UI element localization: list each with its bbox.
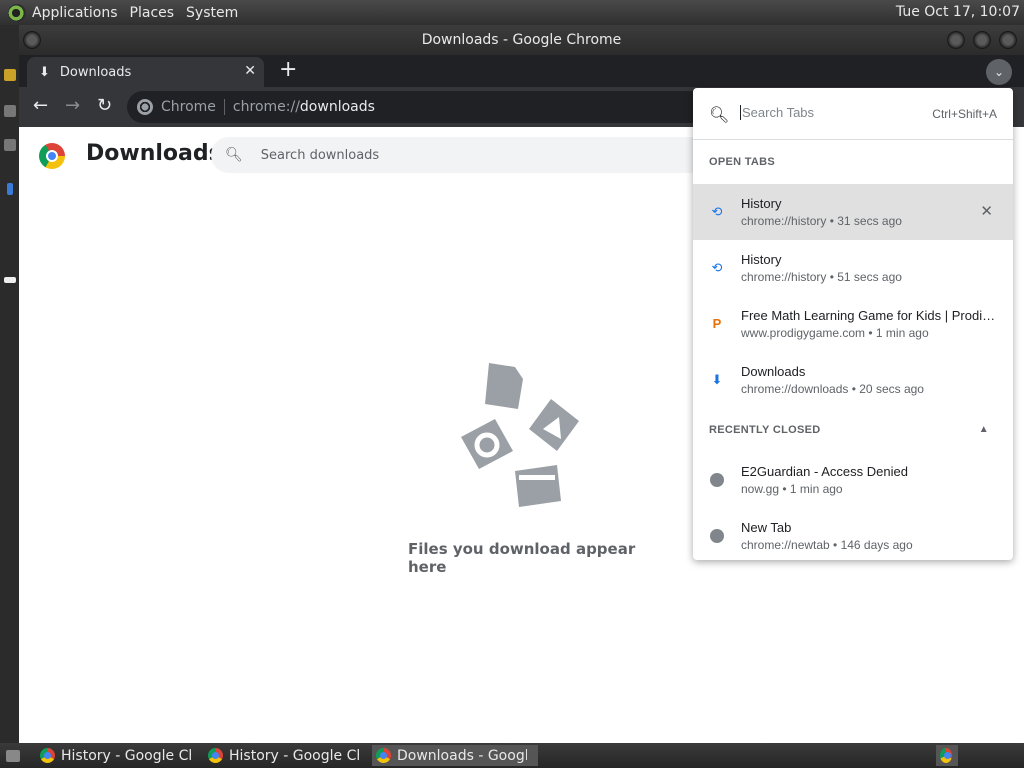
downloads-search-placeholder: Search downloads <box>260 147 380 163</box>
taskbar-item-history-1[interactable]: History - Google Ch... <box>36 745 191 766</box>
new-tab-button[interactable]: + <box>279 59 297 81</box>
search-icon: 🔍︎ <box>709 107 730 124</box>
desktop-icon <box>6 749 20 762</box>
recently-closed-label: RECENTLY CLOSED <box>709 424 821 436</box>
show-desktop-button[interactable] <box>2 745 22 766</box>
downloads-search-input[interactable]: 🔍︎ Search downloads <box>211 137 731 173</box>
top-panel: Applications Places System Tue Oct 17, 1… <box>0 0 1024 25</box>
reload-button[interactable]: ↻ <box>97 95 112 116</box>
chrome-icon <box>376 748 391 763</box>
open-tab-item[interactable]: ⟲ History chrome://history • 51 secs ago <box>693 240 1013 296</box>
history-icon: ⟲ <box>711 204 723 219</box>
tab-item-title: History <box>741 196 782 211</box>
open-tab-item[interactable]: ⬇ Downloads chrome://downloads • 20 secs… <box>693 352 1013 408</box>
document-icon <box>485 363 523 409</box>
open-tabs-heading: OPEN TABS <box>709 156 776 168</box>
window-menu-button[interactable] <box>23 31 41 49</box>
maximize-button[interactable] <box>973 31 991 49</box>
tab-search-popup: 🔍︎ Ctrl+Shift+A OPEN TABS ⟲ History chro… <box>693 88 1013 560</box>
desktop-pin-icon[interactable] <box>7 183 13 195</box>
window-title: Downloads - Google Chrome <box>421 32 622 48</box>
open-tab-item[interactable]: ⟲ History chrome://history • 31 secs ago… <box>693 184 1013 240</box>
chrome-icon <box>940 748 952 763</box>
close-tab-icon[interactable]: ✕ <box>244 63 256 79</box>
globe-icon <box>709 528 725 544</box>
resize-cursor-icon <box>4 277 16 283</box>
tab-search-input[interactable] <box>740 105 920 120</box>
taskbar: History - Google Ch... History - Google … <box>0 743 1024 768</box>
tab-item-title: New Tab <box>741 520 792 535</box>
tab-item-title: History <box>741 252 782 267</box>
tab-search-bar: 🔍︎ Ctrl+Shift+A <box>693 88 1013 140</box>
chrome-site-icon[interactable] <box>137 99 153 115</box>
tab-item-title: Free Math Learning Game for Kids | Prodi… <box>741 308 999 323</box>
desktop-launcher-icon[interactable] <box>4 69 16 81</box>
empty-downloads-illustration <box>461 363 579 507</box>
globe-icon <box>709 472 725 488</box>
tab-search-button[interactable]: ⌄ <box>986 59 1012 85</box>
tab-item-subtitle: now.gg • 1 min ago <box>741 482 843 496</box>
chrome-icon <box>208 748 223 763</box>
tab-item-subtitle: chrome://history • 31 secs ago <box>741 214 902 228</box>
close-window-button[interactable] <box>999 31 1017 49</box>
distro-logo-icon[interactable] <box>8 3 26 22</box>
download-icon: ⬇ <box>711 372 723 387</box>
tab-strip: ⬇ Downloads ✕ + ⌄ <box>19 55 1024 87</box>
tab-item-subtitle: www.prodigygame.com • 1 min ago <box>741 326 929 340</box>
desktop-drive-icon[interactable] <box>4 105 16 117</box>
minimize-button[interactable] <box>947 31 965 49</box>
desktop-folder-icon[interactable] <box>4 139 16 151</box>
tab-downloads[interactable]: ⬇ Downloads ✕ <box>27 57 264 87</box>
recently-closed-heading[interactable]: RECENTLY CLOSED ▲ <box>693 408 1013 452</box>
audio-icon <box>461 419 513 469</box>
window-title-bar[interactable]: Downloads - Google Chrome <box>19 25 1024 55</box>
page-title: Downloads <box>86 141 222 166</box>
chrome-icon <box>40 748 55 763</box>
chrome-logo-icon <box>39 143 65 169</box>
back-button[interactable]: ← <box>33 95 48 116</box>
desktop-left-strip <box>0 25 19 743</box>
tab-item-subtitle: chrome://newtab • 146 days ago <box>741 538 913 552</box>
panel-clock[interactable]: Tue Oct 17, 10:07 <box>896 4 1020 20</box>
tab-item-subtitle: chrome://history • 51 secs ago <box>741 270 902 284</box>
forward-button[interactable]: → <box>65 95 80 116</box>
site-chip: Chrome <box>161 99 225 115</box>
recently-closed-item[interactable]: E2Guardian - Access Denied now.gg • 1 mi… <box>693 452 1013 508</box>
search-icon: 🔍︎ <box>225 147 243 163</box>
tab-item-title: Downloads <box>741 364 806 379</box>
tab-item-subtitle: chrome://downloads • 20 secs ago <box>741 382 924 396</box>
tab-label: Downloads <box>59 64 132 80</box>
tray-chrome-button[interactable] <box>936 745 958 766</box>
url-text[interactable]: chrome://downloads <box>225 99 375 115</box>
close-tab-icon[interactable]: ✕ <box>980 202 993 220</box>
empty-state-message: Files you download appear here <box>408 540 636 576</box>
prodigy-icon: P <box>712 316 722 331</box>
taskbar-item-history-2[interactable]: History - Google Ch... <box>204 745 359 766</box>
download-icon: ⬇ <box>39 64 50 80</box>
tab-search-shortcut: Ctrl+Shift+A <box>932 107 997 121</box>
collapse-caret-icon[interactable]: ▲ <box>979 408 989 452</box>
video-icon <box>515 465 561 507</box>
system-menu[interactable]: System <box>186 5 238 21</box>
recently-closed-item[interactable]: New Tab chrome://newtab • 146 days ago <box>693 508 1013 564</box>
history-icon: ⟲ <box>711 260 723 275</box>
places-menu[interactable]: Places <box>130 5 175 21</box>
applications-menu[interactable]: Applications <box>32 5 118 21</box>
taskbar-item-downloads[interactable]: Downloads - Googl... <box>372 745 538 766</box>
open-tab-item[interactable]: P Free Math Learning Game for Kids | Pro… <box>693 296 1013 352</box>
tab-item-title: E2Guardian - Access Denied <box>741 464 908 479</box>
